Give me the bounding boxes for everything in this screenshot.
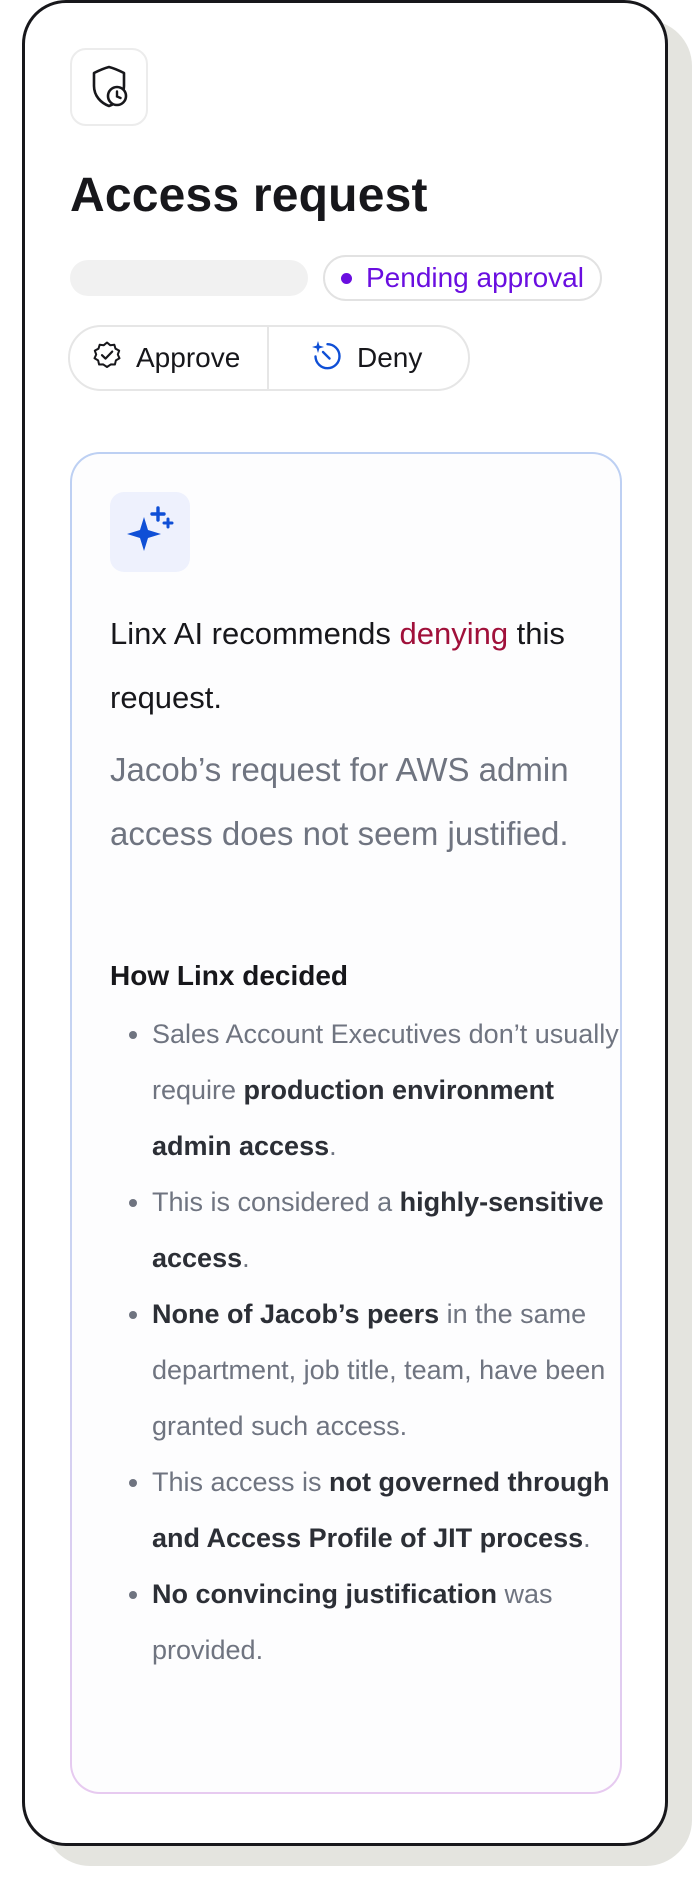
recommend-prefix: Linx AI recommends — [110, 616, 400, 651]
status-dot — [341, 272, 352, 284]
reason-item: None of Jacob’s peers in the same depart… — [152, 1286, 622, 1454]
sparkle-clock-icon — [309, 338, 343, 379]
decision-reasons-list: Sales Account Executives don’t usually r… — [110, 1006, 622, 1678]
status-badge: Pending approval — [323, 255, 602, 301]
sparkles-icon — [110, 492, 190, 572]
ai-recommendation-text: Linx AI recommends denying this request. — [110, 602, 580, 730]
reason-emphasis: None of Jacob’s peers — [152, 1299, 440, 1329]
reason-item: This access is not governed through and … — [152, 1454, 622, 1566]
recommend-verdict: denying — [399, 616, 509, 651]
reason-text: This access is — [152, 1467, 330, 1497]
reason-emphasis: No convincing justification — [152, 1579, 498, 1609]
approve-button[interactable]: Approve — [70, 327, 269, 389]
badge-check-icon — [92, 340, 122, 377]
deny-label: Deny — [357, 342, 423, 373]
reason-item: No convincing justification was provided… — [152, 1566, 622, 1678]
ai-recommendation-panel: Linx AI recommends denying this request.… — [70, 452, 622, 1794]
approve-label: Approve — [136, 342, 241, 373]
how-linx-decided-heading: How Linx decided — [110, 960, 349, 991]
deny-button[interactable]: Deny — [269, 327, 468, 389]
ai-summary: Jacob’s request for AWS admin access doe… — [110, 751, 569, 852]
shield-clock-icon — [70, 48, 148, 126]
reason-item: Sales Account Executives don’t usually r… — [152, 1006, 622, 1174]
reason-text: . — [583, 1523, 591, 1553]
reason-text: . — [242, 1243, 250, 1273]
reason-text: This is considered a — [152, 1187, 400, 1217]
page: Access request Pending approval Approve — [0, 0, 694, 1878]
status-text: Pending approval — [366, 262, 584, 293]
loading-placeholder — [70, 260, 308, 296]
decision-button-group: Approve Deny — [68, 325, 470, 391]
page-title: Access request — [70, 169, 428, 222]
reason-text: . — [329, 1131, 337, 1161]
reason-item: This is considered a highly-sensitive ac… — [152, 1174, 622, 1286]
